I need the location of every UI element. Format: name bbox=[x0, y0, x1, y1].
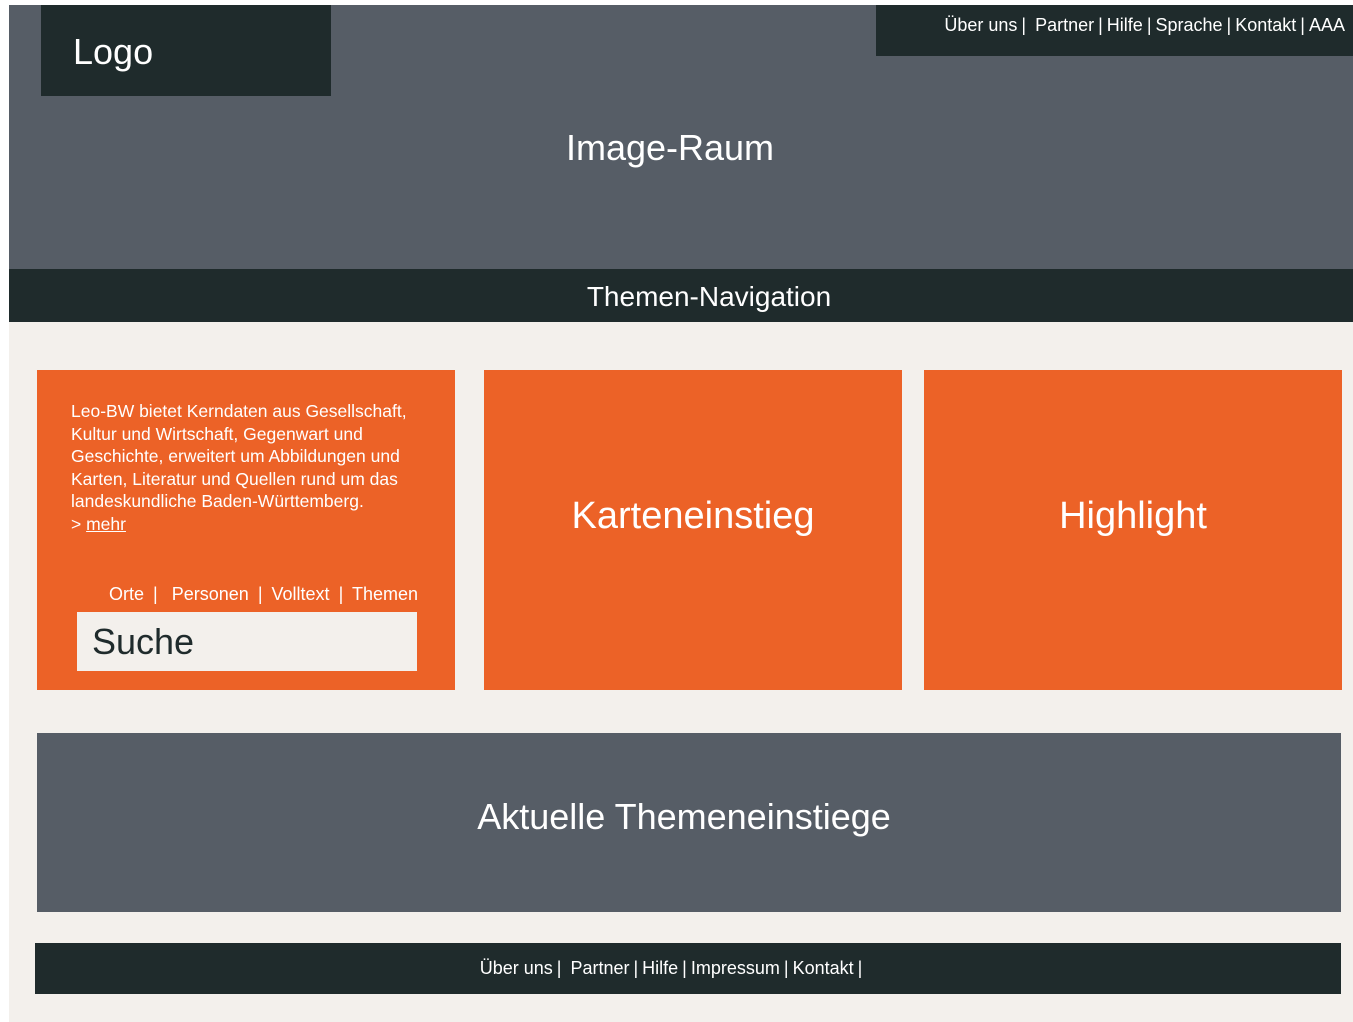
top-navigation: Über uns | Partner | Hilfe | Sprache | K… bbox=[876, 5, 1353, 56]
topnav-hilfe-link[interactable]: Hilfe bbox=[1107, 15, 1143, 36]
separator: | bbox=[1146, 15, 1152, 35]
text-size-link[interactable]: AAA bbox=[1309, 15, 1345, 36]
highlight-tile[interactable]: Highlight bbox=[924, 370, 1342, 690]
separator: | bbox=[153, 584, 163, 604]
separator: | bbox=[682, 958, 687, 978]
hero-title: Image-Raum bbox=[565, 127, 775, 168]
topnav-sprache-link[interactable]: Sprache bbox=[1156, 15, 1223, 36]
separator: | bbox=[857, 958, 863, 978]
intro-text: Leo-BW bietet Kerndaten aus Gesellschaft… bbox=[71, 400, 431, 536]
logo[interactable]: Logo bbox=[41, 5, 331, 96]
footer-navigation: Über uns | Partner | Hilfe | Impressum |… bbox=[35, 943, 1341, 994]
footer-impressum-link[interactable]: Impressum bbox=[691, 958, 780, 979]
page: Logo Über uns | Partner | Hilfe | Sprach… bbox=[9, 5, 1353, 1022]
separator: | bbox=[783, 958, 789, 978]
separator: | bbox=[257, 584, 263, 604]
topnav-uber-uns-link[interactable]: Über uns bbox=[944, 15, 1017, 36]
highlight-title: Highlight bbox=[1059, 495, 1207, 537]
footer-uber-uns-link[interactable]: Über uns bbox=[480, 958, 553, 979]
image-area: Logo Über uns | Partner | Hilfe | Sprach… bbox=[9, 5, 1353, 269]
topnav-kontakt-link[interactable]: Kontakt bbox=[1235, 15, 1296, 36]
current-topics-area[interactable]: Aktuelle Themeneinstiege bbox=[37, 733, 1341, 912]
footer-kontakt-link[interactable]: Kontakt bbox=[793, 958, 854, 979]
intro-description: Leo-BW bietet Kerndaten aus Gesellschaft… bbox=[71, 401, 407, 512]
separator: | bbox=[1021, 15, 1032, 35]
separator: | bbox=[338, 584, 344, 604]
separator: | bbox=[556, 958, 567, 978]
more-prefix: > bbox=[71, 513, 87, 534]
search-orte-link[interactable]: Orte bbox=[109, 584, 144, 604]
search-personen-link[interactable]: Personen bbox=[172, 584, 249, 604]
footer-hilfe-link[interactable]: Hilfe bbox=[642, 958, 678, 979]
separator: | bbox=[633, 958, 639, 978]
separator: | bbox=[1098, 15, 1103, 35]
more-link[interactable]: mehr bbox=[86, 514, 126, 534]
search-category-links: Orte | Personen | Volltext | Themen bbox=[37, 584, 418, 605]
topnav-partner-link[interactable]: Partner bbox=[1035, 15, 1094, 36]
separator: | bbox=[1226, 15, 1232, 35]
current-topics-title: Aktuelle Themeneinstiege bbox=[477, 796, 891, 837]
intro-box: Leo-BW bietet Kerndaten aus Gesellschaft… bbox=[37, 370, 455, 690]
separator: | bbox=[1300, 15, 1305, 35]
search-input[interactable] bbox=[77, 612, 417, 671]
search-volltext-link[interactable]: Volltext bbox=[272, 584, 330, 604]
map-entry-title: Karteneinstieg bbox=[571, 495, 815, 537]
topic-navigation[interactable]: Themen-Navigation bbox=[9, 269, 1353, 322]
map-entry-tile[interactable]: Karteneinstieg bbox=[484, 370, 902, 690]
search-themen-link[interactable]: Themen bbox=[352, 584, 418, 604]
footer-partner-link[interactable]: Partner bbox=[570, 958, 629, 979]
more-line: > mehr bbox=[71, 513, 431, 536]
